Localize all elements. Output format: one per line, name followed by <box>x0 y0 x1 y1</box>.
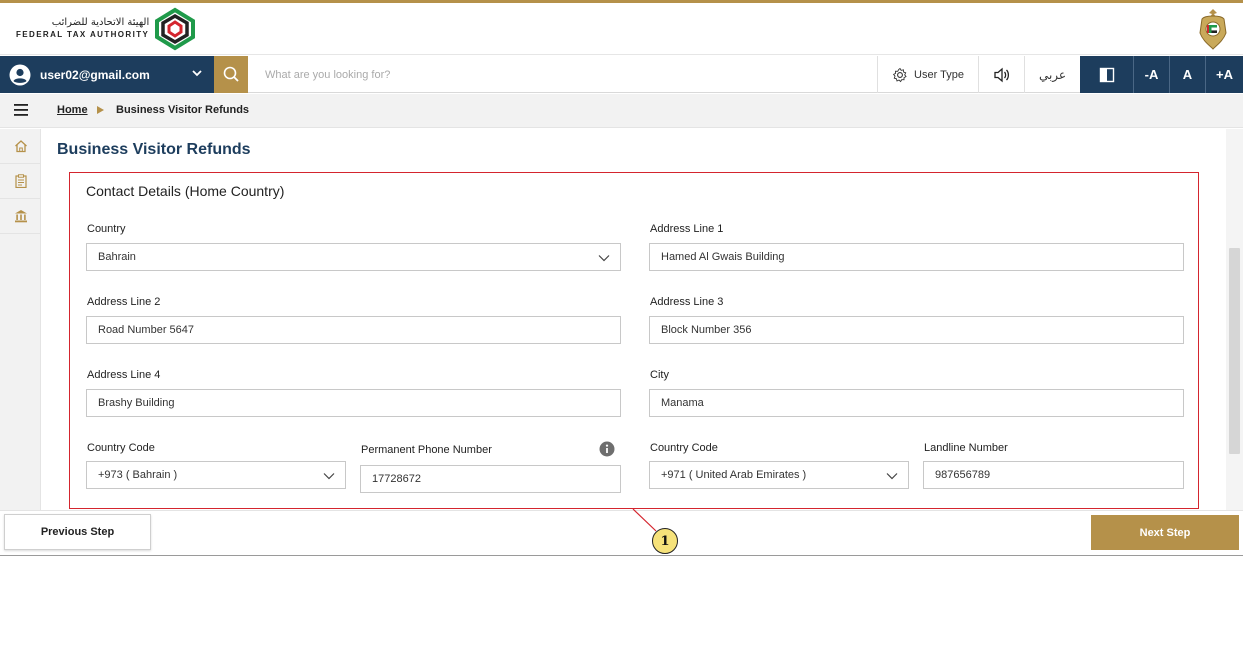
country-code-2-label: Country Code <box>650 442 718 454</box>
address-line-1-label: Address Line 1 <box>650 223 724 235</box>
rail-item-home[interactable] <box>0 129 41 164</box>
country-select[interactable]: Bahrain <box>86 243 621 271</box>
country-label: Country <box>87 223 126 235</box>
toolbar: user02@gmail.com User Type <box>0 56 1243 93</box>
city-label: City <box>650 369 669 381</box>
chevron-down-icon <box>598 255 610 262</box>
logo-text: الهيئة الاتحادية للضرائب FEDERAL TAX AUT… <box>16 17 149 41</box>
landline-label: Landline Number <box>924 442 1008 454</box>
rail-item-bank[interactable] <box>0 199 41 234</box>
chevron-down-icon[interactable] <box>190 66 204 80</box>
scrollbar-thumb[interactable] <box>1229 248 1240 454</box>
contrast-icon <box>1099 67 1114 82</box>
annotation-badge: 1 <box>652 528 678 554</box>
contrast-button[interactable] <box>1080 56 1133 93</box>
country-select-value: Bahrain <box>98 251 136 263</box>
address-line-3-value: Block Number 356 <box>661 324 752 336</box>
search-icon <box>223 66 239 82</box>
font-default-button[interactable]: A <box>1169 56 1205 93</box>
fta-logo[interactable]: الهيئة الاتحادية للضرائب FEDERAL TAX AUT… <box>16 7 197 51</box>
home-icon <box>14 140 27 153</box>
breadcrumb-arrow-icon <box>97 106 104 114</box>
rail-item-clipboard[interactable] <box>0 164 41 199</box>
country-code-value: +973 ( Bahrain ) <box>98 469 178 481</box>
speaker-icon <box>993 67 1009 82</box>
address-line-1-field[interactable]: Hamed Al Gwais Building <box>649 243 1184 271</box>
address-line-3-field[interactable]: Block Number 356 <box>649 316 1184 344</box>
address-line-1-value: Hamed Al Gwais Building <box>661 251 785 263</box>
user-menu[interactable]: user02@gmail.com <box>0 56 214 93</box>
bank-icon <box>14 210 27 223</box>
font-decrease-button[interactable]: -A <box>1133 56 1169 93</box>
breadcrumb-current: Business Visitor Refunds <box>116 104 250 116</box>
address-line-2-label: Address Line 2 <box>87 296 161 308</box>
page-title: Business Visitor Refunds <box>57 141 251 158</box>
logo-english-text: FEDERAL TAX AUTHORITY <box>16 30 150 39</box>
search-input[interactable] <box>255 56 875 93</box>
phone-number-field[interactable]: 17728672 <box>360 465 621 493</box>
country-code-select[interactable]: +973 ( Bahrain ) <box>86 461 346 489</box>
user-email: user02@gmail.com <box>40 67 150 82</box>
section-title: Contact Details (Home Country) <box>86 183 285 199</box>
audio-button[interactable] <box>978 56 1024 93</box>
address-line-3-label: Address Line 3 <box>650 296 724 308</box>
country-code-2-value: +971 ( United Arab Emirates ) <box>661 469 807 481</box>
phone-number-label: Permanent Phone Number <box>361 444 492 456</box>
user-avatar-icon <box>9 64 31 85</box>
breadcrumb-home-link[interactable]: Home <box>57 104 88 116</box>
logo-arabic-text: الهيئة الاتحادية للضرائب <box>51 17 150 28</box>
user-type-button[interactable]: User Type <box>877 56 978 93</box>
search-button[interactable] <box>214 56 248 93</box>
address-line-2-value: Road Number 5647 <box>98 324 195 336</box>
gear-icon <box>892 67 907 82</box>
address-line-4-value: Brashy Building <box>98 397 175 409</box>
address-line-4-field[interactable]: Brashy Building <box>86 389 621 417</box>
address-line-4-label: Address Line 4 <box>87 369 161 381</box>
user-type-label: User Type <box>914 68 964 81</box>
city-field[interactable]: Manama <box>649 389 1184 417</box>
header: الهيئة الاتحادية للضرائب FEDERAL TAX AUT… <box>0 3 1243 55</box>
font-increase-button[interactable]: +A <box>1205 56 1243 93</box>
hamburger-menu-icon[interactable] <box>14 104 28 116</box>
footer-bar <box>0 510 1243 556</box>
next-step-button[interactable]: Next Step <box>1091 515 1239 550</box>
info-icon[interactable] <box>599 441 615 457</box>
city-value: Manama <box>661 397 704 409</box>
country-code-2-select[interactable]: +971 ( United Arab Emirates ) <box>649 461 909 489</box>
language-toggle[interactable]: عربي <box>1024 56 1080 93</box>
country-code-label: Country Code <box>87 442 155 454</box>
app-window: الهيئة الاتحادية للضرائب FEDERAL TAX AUT… <box>0 0 1243 556</box>
side-rail <box>0 129 41 510</box>
previous-step-button[interactable]: Previous Step <box>4 514 151 550</box>
breadcrumb: Home Business Visitor Refunds <box>0 94 1243 128</box>
clipboard-icon <box>14 174 27 188</box>
fta-logo-icon <box>155 7 196 51</box>
landline-value: 987656789 <box>935 469 991 481</box>
landline-field[interactable]: 987656789 <box>923 461 1184 489</box>
uae-emblem-icon <box>1199 9 1227 50</box>
address-line-2-field[interactable]: Road Number 5647 <box>86 316 621 344</box>
phone-number-value: 17728672 <box>372 473 421 485</box>
chevron-down-icon <box>323 473 335 480</box>
chevron-down-icon <box>886 473 898 480</box>
